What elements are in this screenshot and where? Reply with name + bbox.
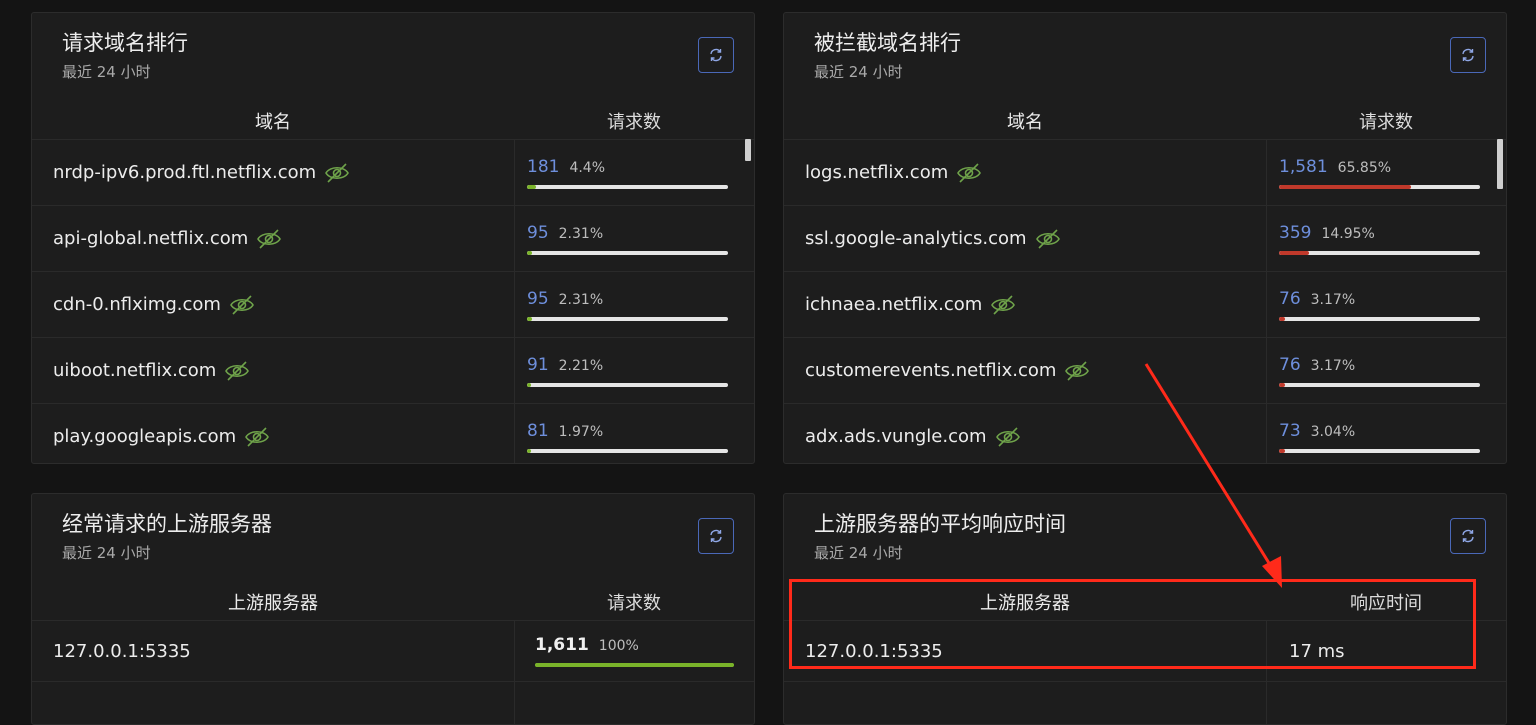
annotation-arrow <box>1144 363 1282 588</box>
